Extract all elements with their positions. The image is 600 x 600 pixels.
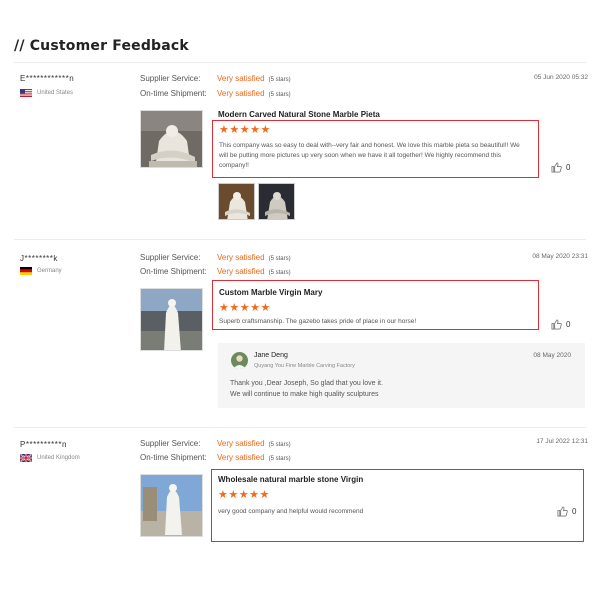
star-rating: ★★★★★ (219, 302, 271, 314)
product-image[interactable] (140, 474, 203, 537)
reply-author-name: Jane Deng (254, 352, 288, 359)
reviewer-name: J********k (20, 254, 58, 263)
country-label: United Kingdom (37, 455, 80, 461)
review-divider (14, 427, 586, 428)
reply-text: Thank you ,Dear Joseph, So glad that you… (230, 378, 383, 400)
product-title[interactable]: Modern Carved Natural Stone Marble Pieta (218, 110, 380, 119)
supplier-service-value: Very satisfied (5 stars) (217, 74, 291, 83)
ontime-shipment-value: Very satisfied (5 stars) (217, 267, 291, 276)
seller-reply: Jane Deng Quyang You Fine Marble Carving… (218, 343, 585, 408)
star-rating: ★★★★★ (219, 124, 271, 136)
supplier-service-value: Very satisfied (5 stars) (217, 253, 291, 262)
review-text: This company was so easy to deal with--v… (219, 142, 520, 169)
avatar (231, 352, 248, 369)
title-divider (14, 62, 586, 63)
thumbs-up-icon (551, 162, 562, 173)
product-image[interactable] (140, 288, 203, 351)
reviewer-name: P**********n (20, 440, 67, 449)
reply-company-name: Quyang You Fine Marble Carving Factory (254, 363, 355, 369)
like-button[interactable]: 0 (551, 162, 570, 173)
review-photo-thumbnail[interactable] (258, 183, 295, 220)
product-title[interactable]: Wholesale natural marble stone Virgin (218, 475, 363, 484)
reviewer-country: Germany (20, 267, 62, 275)
reply-date: 08 May 2020 (533, 352, 571, 359)
reviewer-country: United States (20, 89, 73, 97)
product-image[interactable] (140, 110, 203, 168)
supplier-service-label: Supplier Service: (140, 253, 201, 262)
supplier-service-rating: Very satisfied (217, 74, 265, 83)
thumbs-up-icon (557, 506, 568, 517)
supplier-service-stars: (5 stars) (268, 77, 291, 83)
ontime-shipment-rating: Very satisfied (217, 89, 265, 98)
country-label: Germany (37, 268, 62, 274)
reviewer-name: E************n (20, 74, 75, 83)
ontime-shipment-stars: (5 stars) (268, 456, 291, 462)
ontime-shipment-value: Very satisfied (5 stars) (217, 453, 291, 462)
review-divider (14, 239, 586, 240)
thumbs-up-icon (551, 319, 562, 330)
uk-flag-icon (20, 454, 32, 462)
reviewer-country: United Kingdom (20, 454, 80, 462)
review-date: 17 Jul 2022 12:31 (536, 438, 588, 445)
reply-line: Thank you ,Dear Joseph, So glad that you… (230, 380, 383, 387)
like-button[interactable]: 0 (557, 506, 576, 517)
supplier-service-stars: (5 stars) (268, 442, 291, 448)
review-date: 08 May 2020 23:31 (532, 253, 588, 260)
ontime-shipment-rating: Very satisfied (217, 267, 265, 276)
review-text: very good company and helpful would reco… (218, 508, 364, 515)
reply-line: We will continue to make high quality sc… (230, 391, 379, 398)
review-date: 05 Jun 2020 05:32 (534, 74, 588, 81)
like-button[interactable]: 0 (551, 319, 570, 330)
supplier-service-value: Very satisfied (5 stars) (217, 439, 291, 448)
supplier-service-label: Supplier Service: (140, 74, 201, 83)
product-title[interactable]: Custom Marble Virgin Mary (219, 288, 322, 297)
review-photo-thumbnail[interactable] (218, 183, 255, 220)
like-count: 0 (572, 507, 577, 516)
germany-flag-icon (20, 267, 32, 275)
ontime-shipment-value: Very satisfied (5 stars) (217, 89, 291, 98)
supplier-service-label: Supplier Service: (140, 439, 201, 448)
supplier-service-stars: (5 stars) (268, 256, 291, 262)
supplier-service-rating: Very satisfied (217, 439, 265, 448)
ontime-shipment-rating: Very satisfied (217, 453, 265, 462)
us-flag-icon (20, 89, 32, 97)
ontime-shipment-label: On-time Shipment: (140, 89, 207, 98)
star-rating: ★★★★★ (218, 489, 270, 501)
review-highlight-box: Wholesale natural marble stone Virgin ★★… (211, 469, 584, 542)
like-count: 0 (566, 320, 571, 329)
ontime-shipment-label: On-time Shipment: (140, 453, 207, 462)
page-title: // Customer Feedback (14, 38, 189, 54)
supplier-service-rating: Very satisfied (217, 253, 265, 262)
ontime-shipment-stars: (5 stars) (268, 270, 291, 276)
review-highlight-box: Custom Marble Virgin Mary ★★★★★ Superb c… (212, 280, 539, 330)
review-text: Superb craftsmanship. The gazebo takes p… (219, 318, 417, 325)
like-count: 0 (566, 163, 571, 172)
country-label: United States (37, 90, 74, 96)
review-highlight-box: Modern Carved Natural Stone Marble Pieta… (212, 110, 539, 178)
ontime-shipment-stars: (5 stars) (268, 92, 291, 98)
ontime-shipment-label: On-time Shipment: (140, 267, 207, 276)
